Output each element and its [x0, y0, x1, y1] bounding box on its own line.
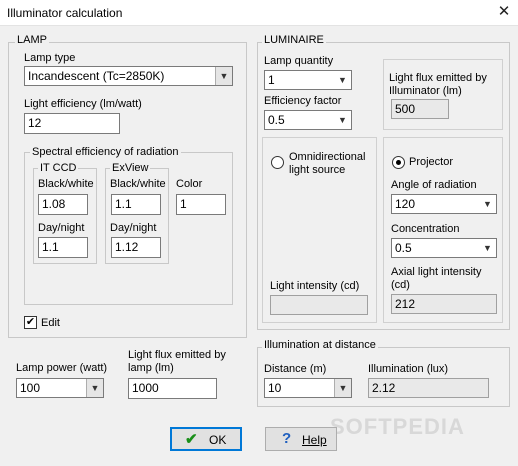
- lamp-power-label: Lamp power (watt): [16, 362, 108, 374]
- window-title: Illuminator calculation: [7, 6, 123, 20]
- it-ccd-dn-label: Day/night: [38, 222, 85, 234]
- chevron-down-icon: ▼: [483, 199, 492, 209]
- help-button[interactable]: ? Help: [265, 427, 337, 451]
- ok-button[interactable]: ✔ OK: [170, 427, 242, 451]
- exview-bw-label: Black/white: [110, 178, 166, 190]
- illumination-label: Illumination (lux): [368, 363, 449, 375]
- title-bar: Illuminator calculation ✕: [0, 0, 518, 26]
- axial-value: 212: [391, 294, 497, 314]
- concentration-select[interactable]: 0.5 ▼: [391, 238, 497, 258]
- light-efficiency-input[interactable]: 12: [24, 113, 120, 134]
- concentration-label: Concentration: [391, 223, 460, 235]
- efficiency-factor-value: 0.5: [268, 113, 285, 127]
- chevron-down-icon: ▼: [338, 115, 347, 125]
- exview-bw-input[interactable]: 1.1: [111, 194, 161, 215]
- help-label: Help: [302, 433, 327, 447]
- lamp-power-value: 100: [20, 381, 41, 395]
- ok-label: OK: [209, 433, 227, 447]
- watermark: SOFTPEDIA: [330, 414, 465, 439]
- chevron-down-icon: ▼: [334, 379, 351, 397]
- chevron-down-icon: ▼: [483, 243, 492, 253]
- exview-dn-label: Day/night: [110, 222, 157, 234]
- angle-select[interactable]: 120 ▼: [391, 194, 497, 214]
- radio-dot-icon: [396, 160, 401, 165]
- lamp-quantity-value: 1: [268, 73, 275, 87]
- omni-label: Omnidirectional light source: [289, 151, 366, 176]
- projector-radio[interactable]: [392, 156, 405, 169]
- check-icon: ✔: [25, 316, 36, 328]
- light-intensity-value: [270, 295, 368, 315]
- projector-label: Projector: [409, 156, 454, 168]
- lamp-power-select[interactable]: 100 ▼: [16, 378, 104, 398]
- distance-value: 10: [268, 381, 282, 395]
- chevron-down-icon: ▼: [86, 379, 103, 397]
- lamp-type-value: Incandescent (Tc=2850K): [28, 69, 165, 83]
- exview-title: ExView: [110, 162, 151, 174]
- it-ccd-title: IT CCD: [38, 162, 79, 174]
- light-intensity-label: Light intensity (cd): [270, 280, 360, 292]
- axial-label: Axial light intensity (cd): [391, 266, 482, 291]
- lamp-quantity-label: Lamp quantity: [264, 55, 334, 67]
- flux-illuminator-value: 500: [391, 99, 449, 119]
- lamp-type-select[interactable]: Incandescent (Tc=2850K) ▼: [24, 66, 233, 86]
- illumination-group: [257, 347, 510, 407]
- spectral-group-title: Spectral efficiency of radiation: [30, 146, 181, 158]
- angle-label: Angle of radiation: [391, 179, 477, 191]
- illumination-value: 2.12: [368, 378, 489, 398]
- check-icon: ✔: [185, 431, 198, 448]
- color-input[interactable]: 1: [176, 194, 226, 215]
- it-ccd-bw-input[interactable]: 1.08: [38, 194, 88, 215]
- light-efficiency-label: Light efficiency (lm/watt): [24, 98, 142, 110]
- illumination-group-title: Illumination at distance: [262, 339, 378, 351]
- edit-label: Edit: [41, 317, 60, 329]
- distance-select[interactable]: 10 ▼: [264, 378, 352, 398]
- flux-illuminator-label: Light flux emitted by Illuminator (lm): [389, 72, 487, 97]
- color-label: Color: [176, 178, 203, 190]
- luminaire-group-title: LUMINAIRE: [262, 34, 326, 46]
- lamp-group-title: LAMP: [15, 34, 49, 46]
- lamp-type-label: Lamp type: [24, 52, 76, 64]
- angle-value: 120: [395, 197, 416, 211]
- edit-checkbox[interactable]: ✔: [24, 316, 37, 329]
- close-icon[interactable]: ✕: [492, 2, 516, 22]
- lamp-flux-input[interactable]: 1000: [128, 378, 217, 399]
- efficiency-factor-label: Efficiency factor: [264, 95, 342, 107]
- it-ccd-dn-input[interactable]: 1.1: [38, 237, 88, 258]
- lamp-quantity-select[interactable]: 1 ▼: [264, 70, 352, 90]
- distance-label: Distance (m): [264, 363, 327, 375]
- exview-dn-input[interactable]: 1.12: [111, 237, 161, 258]
- chevron-down-icon: ▼: [338, 75, 347, 85]
- lamp-flux-label: Light flux emitted by lamp (lm): [128, 349, 226, 374]
- it-ccd-bw-label: Black/white: [38, 178, 94, 190]
- chevron-down-icon: ▼: [215, 67, 232, 85]
- efficiency-factor-select[interactable]: 0.5 ▼: [264, 110, 352, 130]
- concentration-value: 0.5: [395, 241, 412, 255]
- question-icon: ?: [282, 430, 292, 447]
- omni-radio[interactable]: [271, 156, 284, 169]
